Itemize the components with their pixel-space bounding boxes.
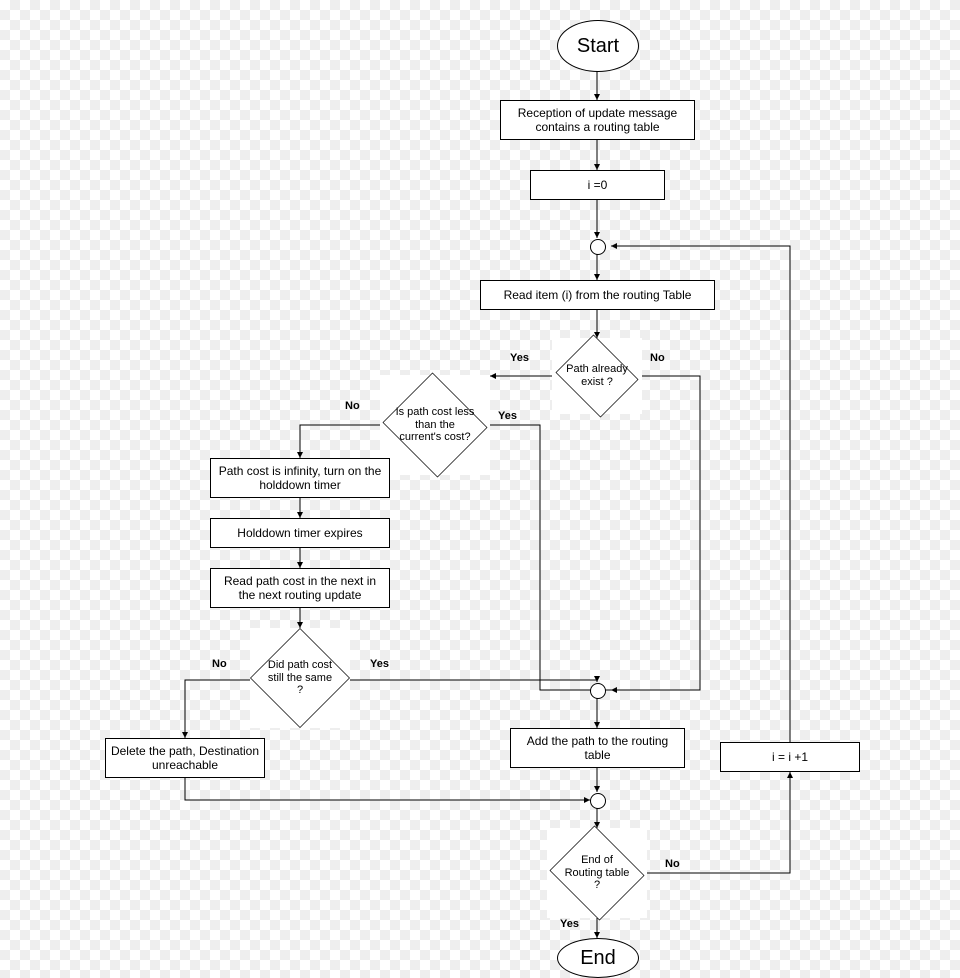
process-init: i =0 <box>530 170 665 200</box>
label-cost-less-yes: Yes <box>498 410 517 422</box>
connector-3 <box>590 793 606 809</box>
add-text: Add the path to the routing table <box>515 734 680 763</box>
end-table-text: End of Routing table ? <box>547 828 647 918</box>
label-still-same-yes: Yes <box>370 658 389 670</box>
process-expires: Holddown timer expires <box>210 518 390 548</box>
delete-text: Delete the path, Destination unreachable <box>110 744 260 773</box>
process-reception: Reception of update message contains a r… <box>500 100 695 140</box>
label-still-same-no: No <box>212 658 227 670</box>
process-delete: Delete the path, Destination unreachable <box>105 738 265 778</box>
process-read-next: Read path cost in the next in the next r… <box>210 568 390 608</box>
label-end-table-no: No <box>665 858 680 870</box>
label-path-exist-no: No <box>650 352 665 364</box>
process-infinity: Path cost is infinity, turn on the holdd… <box>210 458 390 498</box>
start-text: Start <box>577 35 619 58</box>
infinity-text: Path cost is infinity, turn on the holdd… <box>215 464 385 493</box>
cost-less-text: Is path cost less than the current's cos… <box>380 375 490 475</box>
increment-text: i = i +1 <box>772 750 808 764</box>
decision-still-same: Did path cost still the same ? <box>250 628 350 728</box>
label-end-table-yes: Yes <box>560 918 579 930</box>
end-terminator: End <box>557 938 639 978</box>
label-path-exist-yes: Yes <box>510 352 529 364</box>
label-cost-less-no: No <box>345 400 360 412</box>
read-next-text: Read path cost in the next in the next r… <box>215 574 385 603</box>
end-text: End <box>580 947 616 970</box>
expires-text: Holddown timer expires <box>237 526 362 540</box>
init-text: i =0 <box>588 178 608 192</box>
read-item-text: Read item (i) from the routing Table <box>504 288 692 302</box>
connector-2 <box>590 683 606 699</box>
decision-end-table: End of Routing table ? <box>547 828 647 918</box>
path-exist-text: Path already exist ? <box>552 338 642 414</box>
connector-1 <box>590 239 606 255</box>
decision-path-exist: Path already exist ? <box>552 338 642 414</box>
flowchart-canvas: Start Reception of update message contai… <box>0 0 960 978</box>
arrows-layer <box>0 0 960 978</box>
process-read-item: Read item (i) from the routing Table <box>480 280 715 310</box>
reception-text: Reception of update message contains a r… <box>505 106 690 135</box>
process-add: Add the path to the routing table <box>510 728 685 768</box>
start-terminator: Start <box>557 20 639 72</box>
decision-cost-less: Is path cost less than the current's cos… <box>380 375 490 475</box>
process-increment: i = i +1 <box>720 742 860 772</box>
still-same-text: Did path cost still the same ? <box>250 628 350 728</box>
